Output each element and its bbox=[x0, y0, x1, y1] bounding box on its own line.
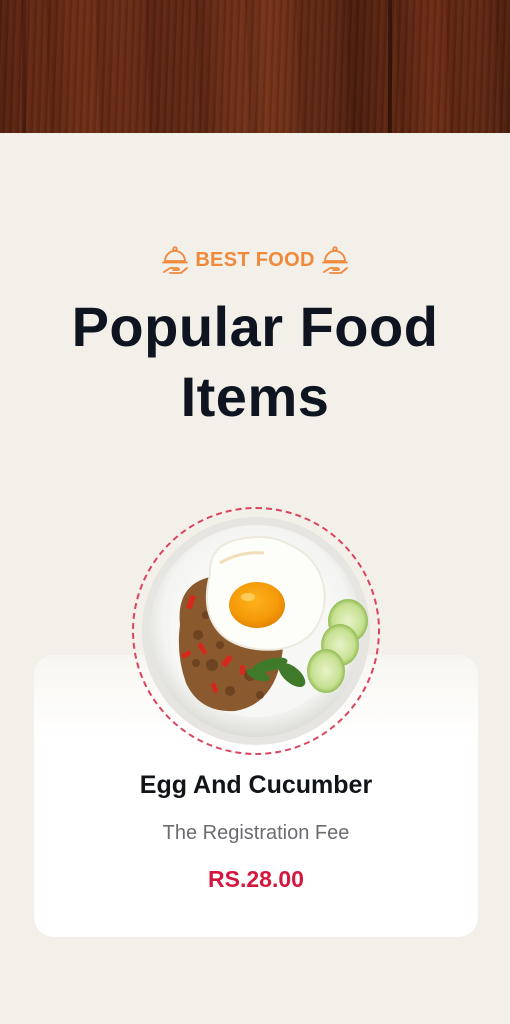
cloche-icon bbox=[321, 246, 348, 274]
cloche-icon bbox=[162, 246, 189, 274]
page: BEST FOOD Popular Food Items Egg And Cuc… bbox=[0, 0, 510, 1024]
page-title: Popular Food Items bbox=[71, 295, 439, 428]
food-plate-image[interactable] bbox=[140, 515, 372, 747]
item-name[interactable]: Egg And Cucumber bbox=[34, 771, 478, 800]
item-price: RS.28.00 bbox=[208, 866, 304, 892]
section-tag-label: BEST FOOD bbox=[195, 248, 315, 271]
section-tag: BEST FOOD bbox=[0, 244, 510, 276]
wood-banner-image bbox=[0, 0, 510, 133]
item-description: The Registration Fee bbox=[162, 822, 350, 844]
